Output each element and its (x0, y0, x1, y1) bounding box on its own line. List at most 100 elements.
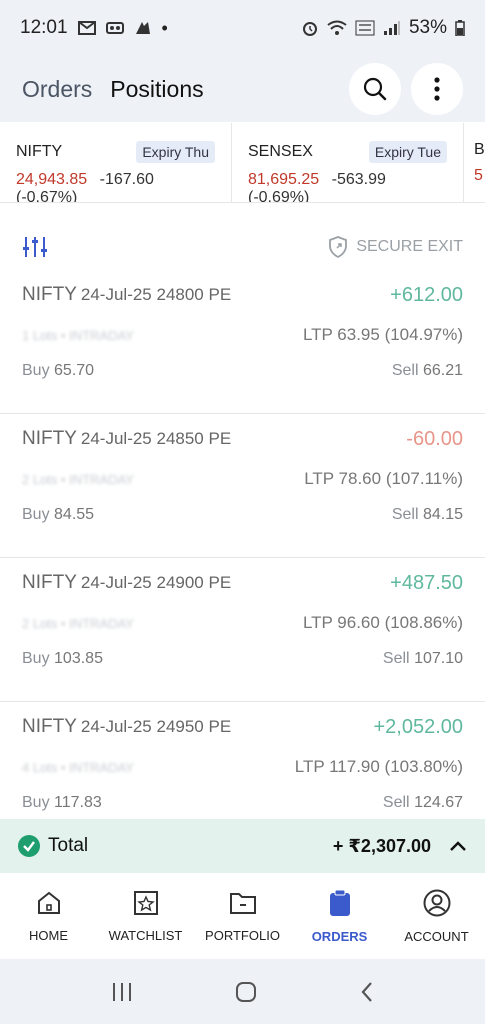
nav-label: ORDERS (311, 928, 368, 944)
alarm-icon (302, 22, 317, 36)
position-sell: Sell 66.21 (392, 362, 463, 380)
position-buy: Buy 117.83 (22, 794, 102, 812)
position-ltp: LTP 96.60 (108.86%) (302, 613, 463, 632)
index-name: NIFTY (16, 143, 63, 160)
position-row[interactable]: NIFTY 24-Jul-25 24850 PE -60.00 2 Lots • … (0, 414, 485, 558)
position-buy: Buy 65.70 (22, 362, 94, 380)
recent-apps-icon[interactable] (110, 981, 134, 1003)
index-name: B (474, 141, 485, 158)
filter-sliders-icon[interactable] (22, 235, 48, 259)
position-meta: 4 Lots • INTRADAY (22, 759, 134, 775)
tab-orders[interactable]: Orders (22, 76, 92, 103)
voicemail-icon (105, 22, 124, 34)
search-button[interactable] (349, 63, 401, 115)
nav-label: ACCOUNT (404, 928, 469, 944)
user-icon (423, 889, 450, 916)
nav-label: WATCHLIST (108, 927, 183, 943)
watchlist-icon (133, 890, 158, 915)
position-sell: Sell 107.10 (383, 650, 463, 668)
total-label: Total (48, 835, 89, 856)
buy-price: 84.55 (54, 506, 95, 523)
shield-icon (329, 236, 348, 258)
nav-label: PORTFOLIO (205, 927, 280, 943)
nav-orders[interactable]: ORDERS (291, 889, 388, 944)
position-contract: 24-Jul-25 24900 PE (80, 573, 232, 592)
volte-icon (355, 20, 375, 36)
nav-watchlist[interactable]: WATCHLIST (97, 890, 194, 943)
position-pnl: +2,052.00 (373, 715, 463, 738)
sell-label: Sell (391, 506, 419, 523)
signal-icon (383, 21, 400, 35)
position-ltp: LTP 63.95 (104.97%) (302, 325, 463, 344)
index-card-nifty[interactable]: NIFTY Expiry Thu 24,943.85 -167.60 (-0.6… (0, 123, 232, 202)
indices-strip[interactable]: NIFTY Expiry Thu 24,943.85 -167.60 (-0.6… (0, 123, 485, 203)
index-name: SENSEX (248, 143, 313, 160)
battery-icon (455, 20, 465, 36)
position-buy: Buy 103.85 (22, 650, 103, 668)
index-value: 81,695.25 (248, 171, 320, 188)
status-bar: 12:01 • 53% (0, 0, 485, 56)
position-row[interactable]: NIFTY 24-Jul-25 24900 PE +487.50 2 Lots •… (0, 558, 485, 702)
position-contract: 24-Jul-25 24850 PE (80, 429, 232, 448)
sell-price: 66.21 (422, 362, 463, 379)
expiry-badge: Expiry Thu (136, 141, 215, 163)
secure-exit-label: SECURE EXIT (356, 238, 463, 255)
search-icon (363, 77, 387, 101)
total-value: + ₹2,307.00 (332, 835, 431, 856)
position-meta: 2 Lots • INTRADAY (22, 471, 134, 487)
nav-label: HOME (29, 927, 68, 943)
clipboard-icon (329, 889, 350, 916)
position-row[interactable]: NIFTY 24-Jul-25 24800 PE +612.00 1 Lots •… (0, 270, 485, 414)
back-icon[interactable] (359, 980, 375, 1004)
index-value: 5 (474, 167, 483, 184)
position-meta: 1 Lots • INTRADAY (22, 327, 134, 343)
app-icon (135, 22, 150, 34)
position-contract: 24-Jul-25 24800 PE (80, 285, 232, 304)
buy-price: 65.70 (54, 362, 95, 379)
index-card-sensex[interactable]: SENSEX Expiry Tue 81,695.25 -563.99 (-0.… (232, 123, 464, 202)
more-options-button[interactable] (411, 63, 463, 115)
header: Orders Positions (0, 56, 485, 122)
buy-price: 103.85 (54, 650, 103, 667)
expiry-badge: Expiry Tue (368, 141, 447, 163)
header-actions (349, 63, 463, 115)
position-meta: 2 Lots • INTRADAY (22, 615, 134, 631)
position-contract: 24-Jul-25 24950 PE (80, 717, 232, 736)
sell-label: Sell (382, 794, 410, 811)
more-vertical-icon (434, 77, 440, 101)
nav-portfolio[interactable]: PORTFOLIO (194, 890, 291, 943)
position-pnl: +487.50 (390, 571, 463, 594)
positions-toolbar: SECURE EXIT (0, 225, 485, 269)
home-circle-icon[interactable] (234, 980, 258, 1004)
notification-dot-icon: • (161, 17, 168, 38)
position-sell: Sell 124.67 (383, 794, 463, 812)
buy-label: Buy (22, 650, 50, 667)
battery-percent: 53% (408, 17, 447, 38)
position-buy: Buy 84.55 (22, 506, 94, 524)
nav-home[interactable]: HOME (0, 890, 97, 943)
position-symbol: NIFTY (22, 716, 77, 737)
sell-price: 84.15 (422, 506, 463, 523)
chevron-up-icon[interactable] (449, 840, 467, 852)
secure-exit-button[interactable]: SECURE EXIT (328, 236, 463, 258)
wifi-icon (327, 20, 347, 35)
sell-price: 124.67 (414, 794, 463, 811)
buy-price: 117.83 (54, 794, 102, 811)
position-ltp: LTP 117.90 (103.80%) (294, 757, 463, 776)
position-symbol: NIFTY (22, 572, 77, 593)
home-icon (37, 891, 60, 914)
index-value: 24,943.85 (16, 171, 88, 188)
position-pnl: +612.00 (390, 283, 463, 306)
status-time: 12:01 (20, 17, 68, 38)
buy-label: Buy (22, 506, 50, 523)
index-card-partial[interactable]: B 5 (464, 123, 485, 202)
positions-list: NIFTY 24-Jul-25 24800 PE +612.00 1 Lots •… (0, 270, 485, 846)
tab-positions[interactable]: Positions (110, 76, 203, 103)
nav-account[interactable]: ACCOUNT (388, 889, 485, 944)
position-symbol: NIFTY (22, 428, 77, 449)
position-symbol: NIFTY (22, 284, 77, 305)
status-right: 53% (301, 17, 465, 39)
position-pnl: -60.00 (406, 427, 463, 450)
position-ltp: LTP 78.60 (107.11%) (304, 469, 463, 488)
total-bar[interactable]: Total + ₹2,307.00 (0, 819, 485, 873)
